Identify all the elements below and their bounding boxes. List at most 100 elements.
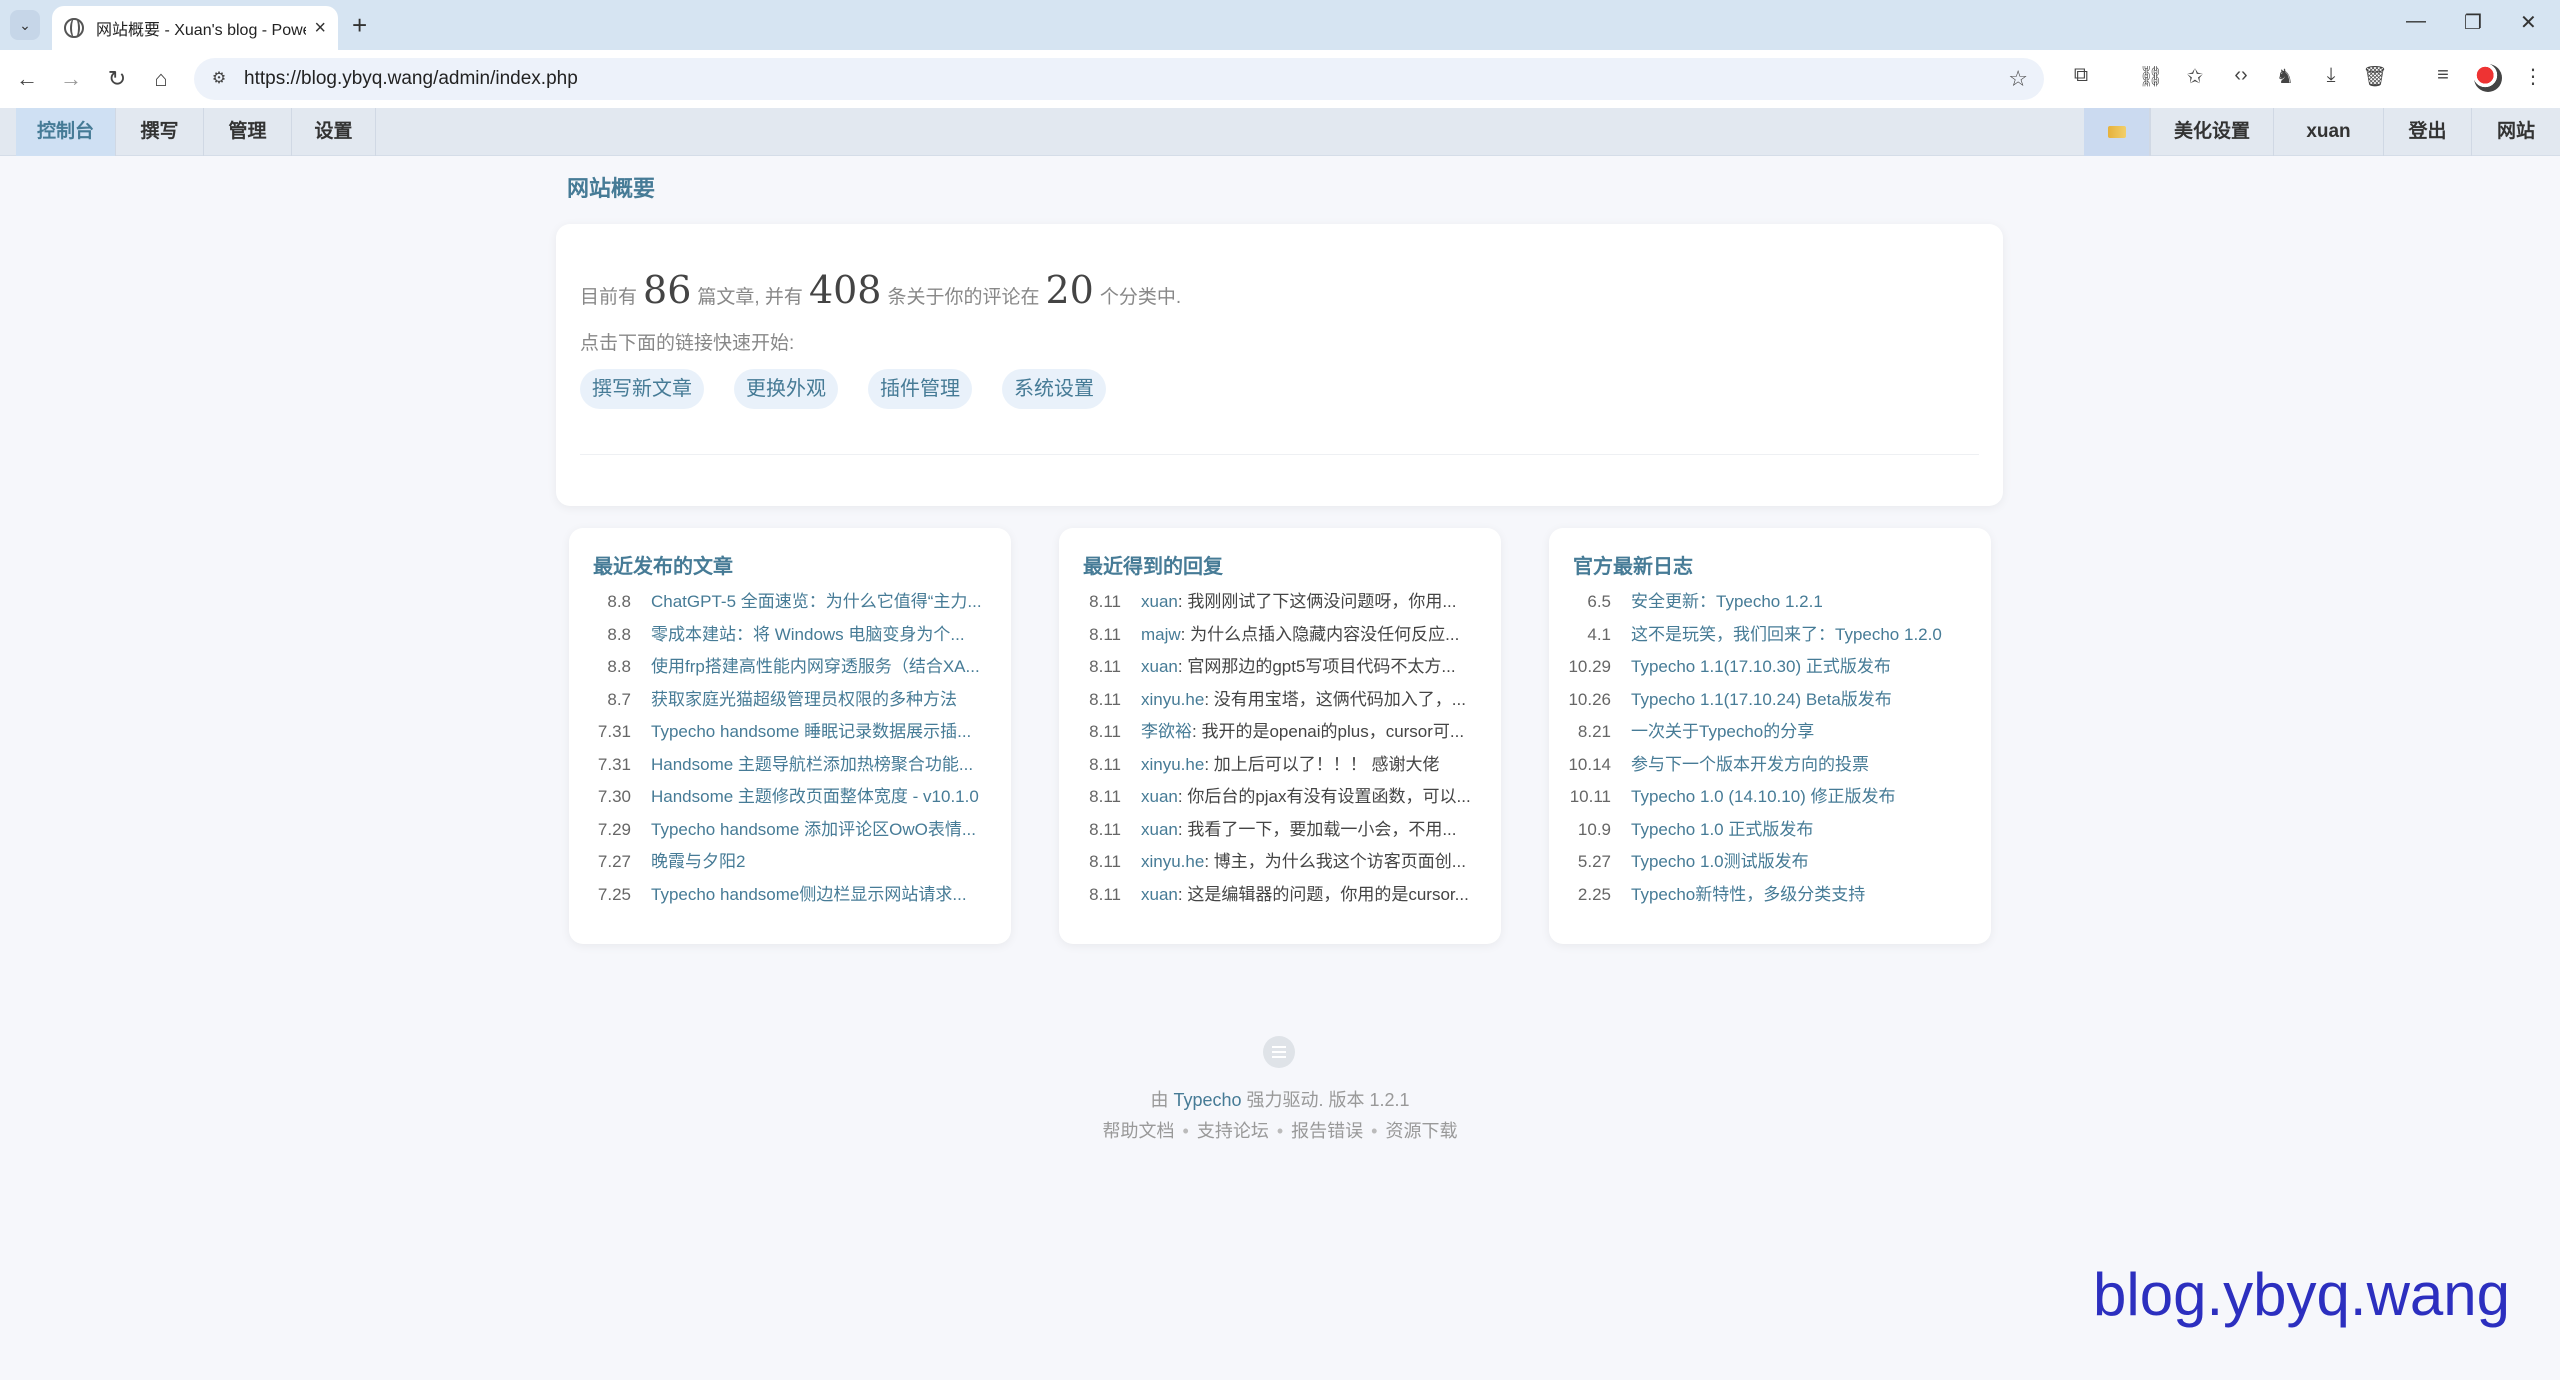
nav-user[interactable]: xuan [2274,108,2384,156]
reply-author[interactable]: xuan [1141,787,1178,806]
nav-logout[interactable]: 登出 [2384,108,2472,156]
reply-text[interactable]: 我看了一下，要加载一小会，不用... [1187,820,1456,839]
reply-author[interactable]: xuan [1141,657,1178,676]
reply-author[interactable]: xinyu.he [1141,852,1204,871]
reply-entry[interactable]: 李欲裕: 我开的是openai的plus，cursor可... [1141,716,1489,749]
reply-text[interactable]: 我开的是openai的plus，cursor可... [1201,722,1464,741]
home-icon[interactable]: ⌂ [146,64,176,94]
item-link[interactable]: Typecho handsome侧边栏显示网站请求... [651,879,999,912]
incognito-icon[interactable]: ♞ [2270,64,2300,89]
nav-theme-icon[interactable] [2084,108,2150,156]
extensions-icon[interactable]: ⧉ [2066,64,2096,87]
reply-entry[interactable]: xinyu.he: 没有用宝塔，这俩代码加入了，... [1141,684,1489,717]
forward-icon[interactable]: → [56,64,86,94]
tab-search-icon[interactable]: ⌄ [10,10,40,40]
reply-text[interactable]: 官网那边的gpt5写项目代码不太方... [1187,657,1455,676]
reply-entry[interactable]: xinyu.he: 博主，为什么我这个访客页面创... [1141,846,1489,879]
site-info-icon[interactable]: ⚙ [208,68,230,90]
reply-text[interactable]: 你后台的pjax有没有设置函数，可以... [1187,787,1470,806]
reply-text[interactable]: 这是编辑器的问题，你用的是cursor... [1187,885,1468,904]
back-icon[interactable]: ← [12,64,42,94]
item-link[interactable]: 一次关于Typecho的分享 [1631,716,1979,749]
minimize-icon[interactable]: — [2406,10,2426,33]
help-docs-link[interactable]: 帮助文档 [1103,1121,1175,1141]
nav-dashboard[interactable]: 控制台 [16,108,116,156]
reply-entry[interactable]: xinyu.he: 加上后可以了！！！ 感谢大佬 [1141,749,1489,782]
restore-icon[interactable]: ❐ [2464,10,2482,35]
item-link[interactable]: 参与下一个版本开发方向的投票 [1631,749,1979,782]
item-link[interactable]: 这不是玩笑，我们回来了：Typecho 1.2.0 [1631,619,1979,652]
reply-author[interactable]: xinyu.he [1141,755,1204,774]
media-icon[interactable]: ≡ [2428,64,2458,87]
reply-text[interactable]: 加上后可以了！！！ 感谢大佬 [1214,755,1440,774]
link-icon[interactable]: ⛓ [2136,64,2166,89]
address-bar[interactable]: ⚙ https://blog.ybyq.wang/admin/index.php… [194,58,2044,100]
reply-entry[interactable]: majw: 为什么点插入隐藏内容没任何反应... [1141,619,1489,652]
reply-text[interactable]: 博主，为什么我这个访客页面创... [1214,852,1466,871]
url-text[interactable]: https://blog.ybyq.wang/admin/index.php [244,68,578,90]
reply-entry[interactable]: xuan: 这是编辑器的问题，你用的是cursor... [1141,879,1489,912]
reply-text[interactable]: 为什么点插入隐藏内容没任何反应... [1190,625,1459,644]
item-link[interactable]: Handsome 主题修改页面整体宽度 - v10.1.0 [651,781,999,814]
item-link[interactable]: 获取家庭光猫超级管理员权限的多种方法 [651,684,999,717]
change-theme-link[interactable]: 更换外观 [734,369,838,409]
item-link[interactable]: Typecho新特性，多级分类支持 [1631,879,1979,912]
reply-author[interactable]: xuan [1141,820,1178,839]
item-link[interactable]: Handsome 主题导航栏添加热榜聚合功能... [651,749,999,782]
favorites-icon[interactable]: ✩ [2180,64,2210,89]
reply-author[interactable]: majw [1141,625,1181,644]
item-date: 5.27 [1577,852,1611,871]
delete-icon[interactable]: 🗑 [2360,64,2390,89]
support-forum-link[interactable]: 支持论坛 [1197,1121,1269,1141]
item-link[interactable]: Typecho 1.0 (14.10.10) 修正版发布 [1631,781,1979,814]
reply-text[interactable]: 没有用宝塔，这俩代码加入了，... [1214,690,1466,709]
close-tab-icon[interactable]: × [314,17,326,40]
system-settings-link[interactable]: 系统设置 [1002,369,1106,409]
item-link[interactable]: 零成本建站：将 Windows 电脑变身为个... [651,619,999,652]
browser-tab[interactable]: 网站概要 - Xuan's blog - Powered by Typecho … [52,6,338,50]
download-icon[interactable]: ⤓ [2316,64,2346,87]
nav-beautify[interactable]: 美化设置 [2150,108,2274,156]
list-item: 8.11 xuan: 官网那边的gpt5写项目代码不太方... [1073,651,1489,684]
recent-replies-list: 8.11 xuan: 我刚刚试了下这俩没问题呀，你用... 8.11 majw: 为什… [1073,586,1489,911]
plugin-manage-link[interactable]: 插件管理 [868,369,972,409]
reply-entry[interactable]: xuan: 你后台的pjax有没有设置函数，可以... [1141,781,1489,814]
nav-manage[interactable]: 管理 [204,108,292,156]
item-link[interactable]: 晚霞与夕阳2 [651,846,999,879]
item-link[interactable]: Typecho 1.0测试版发布 [1631,846,1979,879]
item-link[interactable]: Typecho 1.1(17.10.30) 正式版发布 [1631,651,1979,684]
reply-entry[interactable]: xuan: 我刚刚试了下这俩没问题呀，你用... [1141,586,1489,619]
reply-author[interactable]: 李欲裕 [1141,722,1192,741]
divider [580,454,1979,455]
item-link[interactable]: 安全更新：Typecho 1.2.1 [1631,586,1979,619]
reply-entry[interactable]: xuan: 官网那边的gpt5写项目代码不太方... [1141,651,1489,684]
item-link[interactable]: 使用frp搭建高性能内网穿透服务（结合XA... [651,651,999,684]
nav-website[interactable]: 网站 [2472,108,2560,156]
close-window-icon[interactable]: ✕ [2520,10,2537,35]
bookmark-star-icon[interactable]: ☆ [2008,66,2028,92]
nav-write[interactable]: 撰写 [116,108,204,156]
report-bug-link[interactable]: 报告错误 [1291,1121,1363,1141]
admin-nav: 控制台 撰写 管理 设置 美化设置 xuan 登出 网站 [0,108,2560,156]
reply-entry[interactable]: xuan: 我看了一下，要加载一小会，不用... [1141,814,1489,847]
resource-download-link[interactable]: 资源下载 [1385,1121,1457,1141]
item-link[interactable]: ChatGPT-5 全面速览：为什么它值得“主力... [651,586,999,619]
write-post-link[interactable]: 撰写新文章 [580,369,704,409]
reply-author[interactable]: xinyu.he [1141,690,1204,709]
reload-icon[interactable]: ↻ [102,64,132,94]
item-link[interactable]: Typecho handsome 睡眠记录数据展示插... [651,716,999,749]
nav-settings[interactable]: 设置 [292,108,376,156]
reply-author[interactable]: xuan [1141,592,1178,611]
reply-author[interactable]: xuan [1141,885,1178,904]
typecho-link[interactable]: Typecho [1173,1090,1241,1110]
list-item: 8.11 xinyu.he: 没有用宝塔，这俩代码加入了，... [1073,684,1489,717]
item-date: 7.25 [597,884,631,904]
reply-text[interactable]: 我刚刚试了下这俩没问题呀，你用... [1187,592,1456,611]
profile-avatar[interactable] [2474,64,2502,92]
code-icon[interactable]: ‹› [2226,64,2256,87]
item-link[interactable]: Typecho 1.1(17.10.24) Beta版发布 [1631,684,1979,717]
new-tab-icon[interactable]: + [352,10,367,40]
item-link[interactable]: Typecho 1.0 正式版发布 [1631,814,1979,847]
menu-icon[interactable]: ⋮ [2518,64,2548,89]
item-link[interactable]: Typecho handsome 添加评论区OwO表情... [651,814,999,847]
